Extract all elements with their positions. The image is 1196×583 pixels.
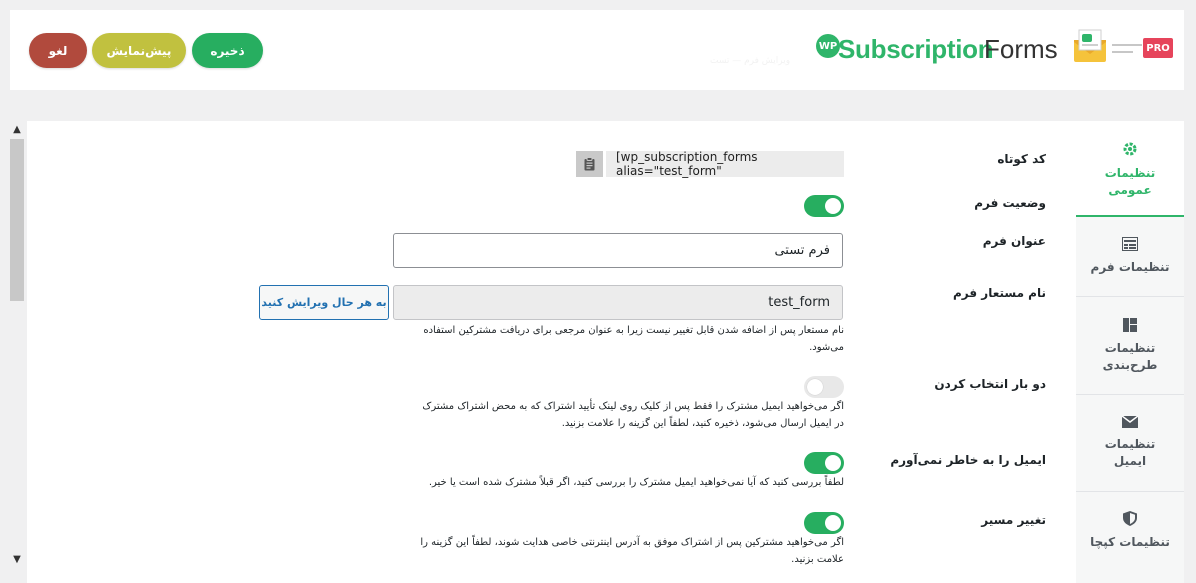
double-optin-toggle[interactable] (804, 376, 844, 398)
scroll-up-icon[interactable]: ▲ (8, 121, 26, 137)
email-forget-label: ایمیل را به خاطر نمی‌آورم (890, 453, 1046, 467)
settings-tabs: تنظیمات عمومی تنظیمات فرم تنظیمات طرح‌بن… (1076, 121, 1184, 583)
logo-text-subscription: Subscription (838, 34, 994, 64)
pro-badge: PRO (1143, 38, 1173, 58)
top-header: لغو پیش‌نمایش ذخیره ویرایش فرم — تست WP … (10, 10, 1184, 90)
copy-shortcode-button[interactable] (576, 151, 603, 177)
scroll-down-icon[interactable]: ▼ (8, 551, 26, 567)
logo-decoration-lines (1112, 44, 1142, 58)
preview-button[interactable]: پیش‌نمایش (92, 33, 186, 68)
tab-layout-settings[interactable]: تنظیمات طرح‌بندی (1076, 298, 1184, 395)
form-status-label: وضعیت فرم (974, 196, 1046, 210)
email-forget-help-text: لطفاً بررسی کنید که آیا نمی‌خواهید ایمیل… (428, 477, 844, 488)
alias-help-text: نام مستعار پس از اضافه شدن قابل تغییر نی… (423, 325, 844, 353)
shortcode-field[interactable]: [wp_subscription_forms alias="test_form" (606, 150, 844, 178)
double-optin-help-text: اگر می‌خواهید ایمیل مشترک را فقط پس از ک… (422, 401, 844, 429)
plugin-logo: WP Subscription Forms PRO (816, 28, 1173, 72)
tab-captcha-settings[interactable]: تنظیمات کپچا (1076, 493, 1184, 583)
redirect-label: تغییر مسیر (981, 513, 1046, 527)
cancel-button[interactable]: لغو (29, 33, 87, 68)
form-title-input[interactable]: فرم تستی (393, 233, 843, 268)
form-icon (1122, 237, 1138, 251)
page-subtitle: ویرایش فرم — تست (710, 56, 791, 66)
redirect-help-text: اگر می‌خواهید مشترکین پس از اشتراک موفق … (420, 537, 844, 565)
tab-label: تنظیمات طرح‌بندی (1102, 341, 1158, 372)
gear-icon (1123, 142, 1137, 156)
save-button[interactable]: ذخیره (192, 33, 263, 68)
clipboard-icon (584, 157, 595, 171)
form-alias-label: نام مستعار فرم (952, 286, 1046, 300)
form-alias-input[interactable]: test_form (393, 285, 843, 320)
double-optin-label: دو بار انتخاب کردن (934, 377, 1046, 391)
tab-label: تنظیمات عمومی (1104, 166, 1156, 197)
redirect-toggle[interactable] (804, 512, 844, 534)
tab-form-settings[interactable]: تنظیمات فرم (1076, 219, 1184, 297)
form-title-label: عنوان فرم (982, 234, 1046, 248)
form-status-toggle[interactable] (804, 195, 844, 217)
logo-wp-badge: WP (816, 34, 840, 58)
vertical-scrollbar[interactable]: ▲ ▼ (8, 121, 26, 569)
tab-label: تنظیمات ایمیل (1104, 437, 1156, 468)
email-icon (1122, 416, 1138, 428)
tab-label: تنظیمات فرم (1090, 260, 1170, 274)
tab-email-settings[interactable]: تنظیمات ایمیل (1076, 396, 1184, 492)
shield-icon (1123, 511, 1137, 526)
logo-text-forms: Forms (984, 34, 1058, 64)
layout-icon (1123, 318, 1137, 332)
edit-anyway-button[interactable]: به هر حال ویرایش کنید (259, 285, 389, 320)
scrollbar-thumb[interactable] (10, 139, 24, 301)
tab-general-settings[interactable]: تنظیمات عمومی (1076, 121, 1184, 217)
tab-label: تنظیمات کپچا (1090, 535, 1170, 549)
shortcode-label: کد کوتاه (997, 152, 1046, 166)
envelope-icon (1074, 29, 1106, 62)
email-forget-toggle[interactable] (804, 452, 844, 474)
